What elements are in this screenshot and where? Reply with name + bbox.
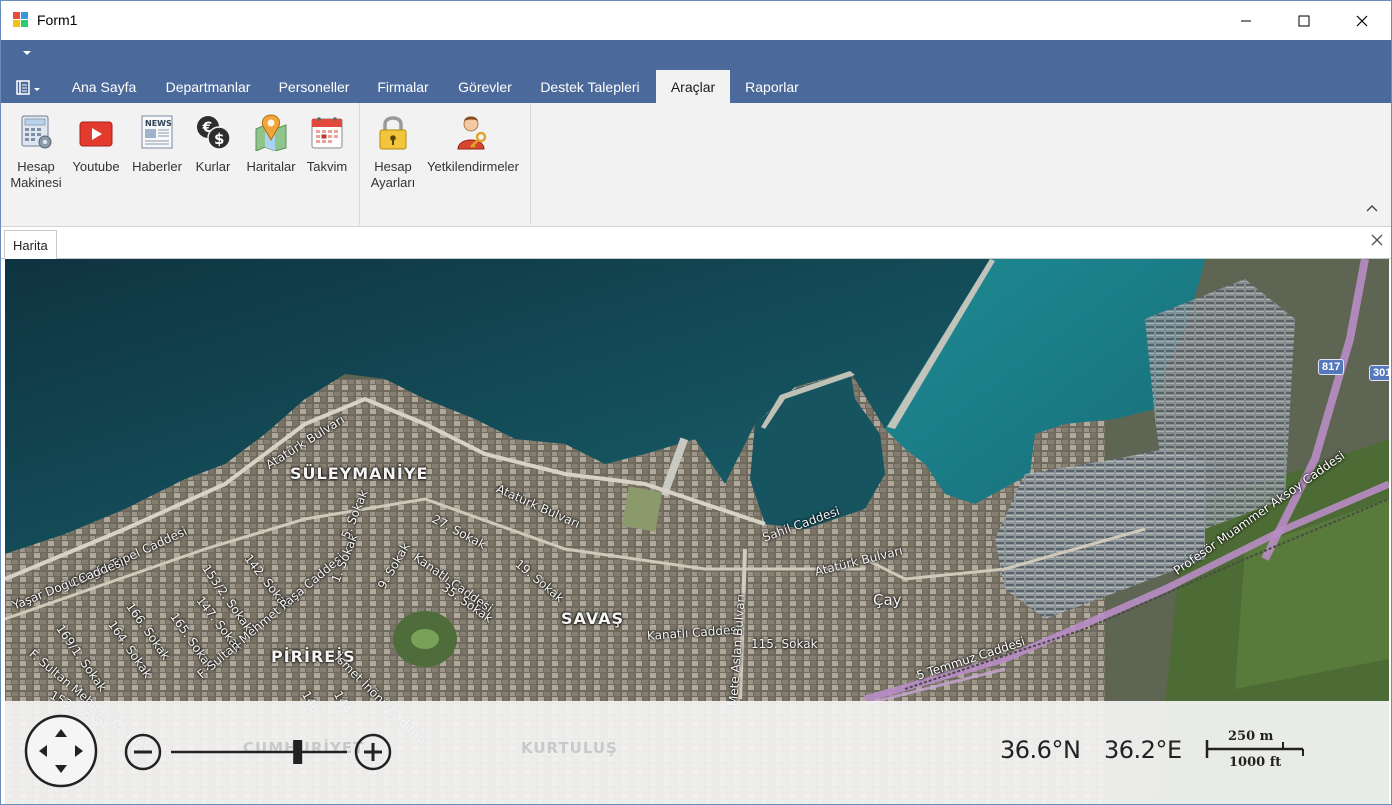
map-pin-icon — [253, 113, 289, 152]
currency-icon: € $ — [195, 113, 231, 151]
scale-bar: 250 m 1000 ft — [1205, 727, 1305, 773]
user-key-icon — [455, 113, 491, 151]
ribbon-collapse-icon[interactable] — [1365, 203, 1379, 213]
ribbon-group-separator — [359, 103, 360, 225]
window-title: Form1 — [37, 12, 78, 28]
maximize-button[interactable] — [1275, 1, 1333, 40]
lock-icon — [375, 113, 411, 151]
application-menu-button[interactable] — [15, 79, 45, 97]
title-bar: Form1 — [1, 1, 1391, 40]
map-label-district: SÜLEYMANİYE — [290, 464, 429, 483]
svg-text:NEWS: NEWS — [145, 119, 172, 128]
news-label: Haberler — [132, 159, 182, 174]
tab-destek-talepleri[interactable]: Destek Talepleri — [531, 70, 649, 103]
calculator-label-1: Hesap — [17, 159, 55, 174]
youtube-button[interactable]: Youtube — [67, 113, 125, 175]
map-label-faded: KURTULUŞ — [521, 739, 618, 757]
youtube-label: Youtube — [72, 159, 120, 174]
maximize-icon — [1298, 15, 1310, 26]
quick-access-dropdown-icon[interactable] — [23, 51, 31, 55]
account-settings-button[interactable]: Hesap Ayarları — [365, 113, 421, 191]
latitude-readout: 36.6°N — [1000, 736, 1081, 764]
tab-raporlar[interactable]: Raporlar — [737, 70, 807, 103]
currency-label: Kurlar — [195, 159, 231, 174]
tab-araclar[interactable]: Araçlar — [656, 70, 730, 103]
close-button[interactable] — [1333, 1, 1391, 40]
pan-control[interactable] — [23, 713, 101, 791]
calendar-button[interactable]: Takvim — [303, 113, 351, 175]
map-navigation-bar: CUMHURİYET KURTULUŞ 36.6°N 36.2°E 250 m … — [5, 701, 1389, 804]
document-tab-strip: Harita — [1, 228, 1391, 259]
news-button[interactable]: NEWS Haberler — [127, 113, 187, 175]
ribbon-body: Hesap Makinesi Youtube NEWS Haberler € $… — [1, 103, 1391, 227]
longitude-readout: 36.2°E — [1104, 736, 1182, 764]
calendar-label: Takvim — [306, 159, 348, 174]
maps-label: Haritalar — [246, 159, 296, 174]
minimize-icon — [1241, 20, 1251, 21]
calendar-icon — [309, 113, 345, 151]
tab-ana-sayfa[interactable]: Ana Sayfa — [61, 70, 147, 103]
authorizations-label: Yetkilendirmeler — [426, 159, 519, 174]
news-icon: NEWS — [139, 113, 175, 151]
tab-firmalar[interactable]: Firmalar — [367, 70, 439, 103]
tab-gorevler[interactable]: Görevler — [447, 70, 523, 103]
app-menu-icon — [16, 80, 40, 95]
ribbon-group-separator — [530, 103, 531, 225]
document-close-icon[interactable] — [1371, 234, 1383, 246]
tab-departmanlar[interactable]: Departmanlar — [155, 70, 261, 103]
currency-button[interactable]: € $ Kurlar — [189, 113, 237, 175]
close-icon — [1356, 15, 1368, 26]
scale-imperial-label: 1000 ft — [1229, 755, 1282, 770]
map-label: 115. Sokak — [751, 637, 818, 651]
account-settings-label-2: Ayarları — [370, 175, 416, 190]
account-settings-label-1: Hesap — [374, 159, 412, 174]
route-shield: 301 — [1369, 365, 1389, 381]
route-shield: 817 — [1318, 359, 1345, 375]
tab-personeller[interactable]: Personeller — [269, 70, 359, 103]
map-label-district: SAVAŞ — [561, 609, 625, 628]
map-label-town: Çay — [873, 591, 902, 609]
calculator-button[interactable]: Hesap Makinesi — [7, 113, 65, 191]
calculator-icon — [18, 113, 54, 151]
zoom-slider[interactable] — [169, 735, 349, 769]
app-icon — [13, 12, 29, 28]
svg-text:$: $ — [214, 130, 224, 148]
calculator-label-2: Makinesi — [10, 175, 62, 190]
youtube-icon — [78, 113, 114, 151]
zoom-out-button[interactable] — [123, 732, 165, 772]
maps-button[interactable]: Haritalar — [241, 113, 301, 175]
minimize-button[interactable] — [1217, 1, 1275, 40]
zoom-in-button[interactable] — [353, 732, 395, 772]
main-window: Form1 Ana Sayfa Departmanlar Personeller… — [0, 0, 1392, 805]
authorizations-button[interactable]: Yetkilendirmeler — [425, 113, 521, 175]
map-view[interactable]: Atatürk Bulvarı SÜLEYMANİYE Atatürk Bulv… — [5, 259, 1389, 804]
tab-harita[interactable]: Harita — [4, 230, 57, 259]
zoom-slider-thumb — [293, 740, 303, 764]
scale-metric-label: 250 m — [1228, 729, 1274, 744]
